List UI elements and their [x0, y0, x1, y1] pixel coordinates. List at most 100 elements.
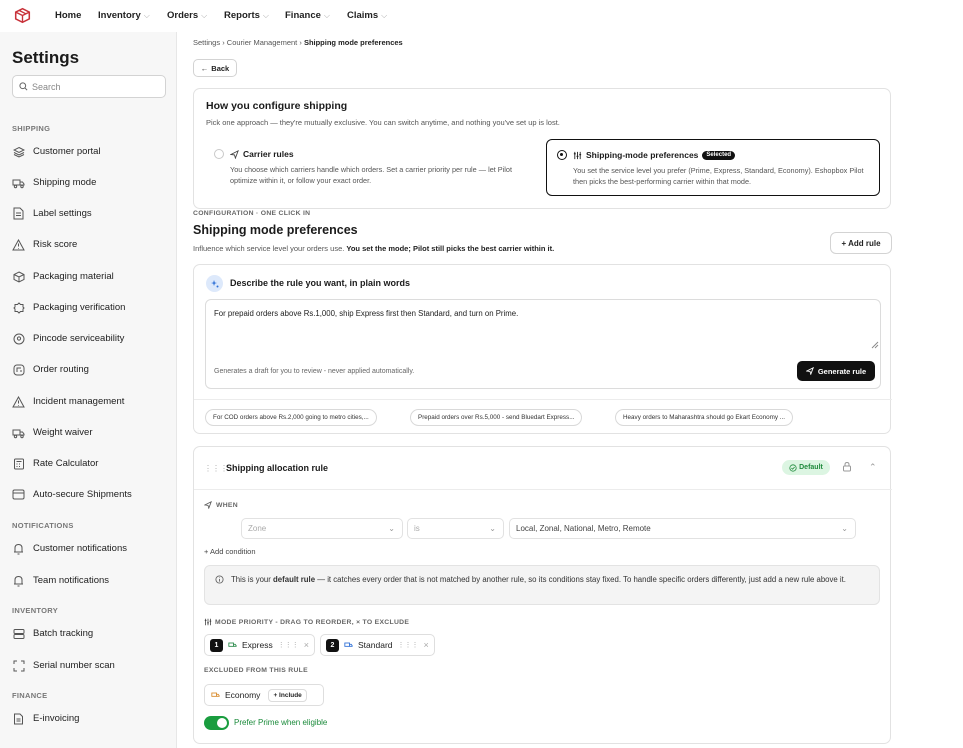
add-condition-link[interactable]: + Add condition [204, 547, 256, 556]
settings-sidebar: Settings Search SHIPPING Customer portal… [0, 32, 177, 748]
sidebar-item-label-settings[interactable]: Label settings [12, 207, 92, 220]
textarea-value: For prepaid orders above Rs.1,000, ship … [214, 309, 519, 318]
lock-icon [842, 461, 852, 472]
send-icon [204, 501, 212, 509]
sidebar-item-serial-number-scan[interactable]: Serial number scan [12, 659, 115, 672]
drag-handle-icon[interactable]: ⋮⋮⋮ [204, 464, 228, 473]
mode-chip-express[interactable]: 1 Express ⋮⋮⋮ × [204, 634, 315, 656]
rule-description-textarea[interactable]: For prepaid orders above Rs.1,000, ship … [205, 299, 881, 389]
remove-icon[interactable]: × [424, 640, 429, 650]
prefer-prime-toggle[interactable] [204, 716, 229, 730]
sidebar-item-packaging-verification[interactable]: Packaging verification [12, 301, 125, 314]
sidebar-section-shipping: SHIPPING [12, 124, 51, 133]
sidebar-item-shipping-mode[interactable]: Shipping mode [12, 176, 96, 189]
chevron-down-icon: ⌵ [262, 10, 269, 20]
sidebar-item-customer-notifications[interactable]: Customer notifications [12, 542, 127, 555]
section-title: Shipping mode preferences [193, 223, 358, 237]
ai-title: Describe the rule you want, in plain wor… [230, 278, 411, 288]
divider [194, 489, 892, 490]
breadcrumb-current: Shipping mode preferences [303, 38, 403, 47]
send-icon [805, 367, 814, 375]
nav-inventory[interactable]: Inventory ⌵ [98, 10, 150, 21]
sliders-icon [573, 151, 582, 160]
calculator-icon [12, 457, 25, 470]
mode-chip-standard[interactable]: 2 Standard ⋮⋮⋮ × [320, 634, 435, 656]
route-icon [12, 363, 25, 376]
radio-carrier-rules[interactable] [214, 149, 224, 159]
condition-value-select[interactable]: Local, Zonal, National, Metro, Remote ⌄ [509, 518, 856, 539]
sidebar-item-team-notifications[interactable]: Team notifications [12, 574, 109, 587]
breadcrumb: Settings › Courier Management › Shipping… [193, 38, 403, 47]
breadcrumb-courier-management[interactable]: Courier Management [227, 38, 297, 47]
chevron-down-icon: ⌄ [388, 524, 395, 533]
invoice-icon [12, 712, 25, 725]
sidebar-item-batch-tracking[interactable]: Batch tracking [12, 627, 93, 640]
when-label: WHEN [204, 501, 238, 509]
resize-handle-icon[interactable] [871, 341, 879, 349]
sidebar-item-rate-calculator[interactable]: Rate Calculator [12, 457, 98, 470]
app-logo-icon[interactable] [14, 7, 31, 24]
suggestion-chip[interactable]: Prepaid orders over Rs.5,000 - send Blue… [410, 409, 583, 426]
nav-claims[interactable]: Claims ⌵ [347, 10, 387, 21]
nav-orders[interactable]: Orders ⌵ [167, 10, 207, 21]
chevron-down-icon: ⌄ [489, 524, 496, 533]
sidebar-section-notifications: NOTIFICATIONS [12, 521, 74, 530]
check-circle-icon [789, 463, 797, 472]
warning-icon [12, 238, 25, 251]
nav-finance[interactable]: Finance ⌵ [285, 10, 330, 21]
remove-icon[interactable]: × [304, 640, 309, 650]
drag-handle-icon[interactable]: ⋮⋮⋮ [278, 641, 299, 649]
configure-subtitle: Pick one approach — they're mutually exc… [206, 118, 560, 127]
breadcrumb-separator: › [299, 38, 302, 47]
sidebar-item-packaging-material[interactable]: Packaging material [12, 270, 114, 283]
add-rule-button[interactable]: + Add rule [830, 232, 892, 254]
search-placeholder: Search [32, 81, 61, 92]
sidebar-search-input[interactable]: Search [12, 75, 166, 98]
nav-home[interactable]: Home [55, 10, 81, 21]
search-icon [19, 82, 28, 91]
radio-shipping-mode-preferences[interactable] [557, 150, 567, 160]
breadcrumb-settings[interactable]: Settings [193, 38, 220, 47]
chevron-down-icon: ⌵ [323, 10, 330, 20]
sparkle-icon [206, 275, 223, 292]
sidebar-item-weight-waiver[interactable]: Weight waiver [12, 426, 93, 439]
priority-number: 1 [210, 638, 223, 652]
generate-rule-button[interactable]: Generate rule [797, 361, 875, 381]
back-button[interactable]: ← Back [193, 59, 237, 77]
sidebar-item-order-routing[interactable]: Order routing [12, 363, 89, 376]
section-caption: CONFIGURATION · ONE CLICK IN [193, 210, 311, 217]
condition-field-select[interactable]: Zone ⌄ [241, 518, 403, 539]
suggestions-row: For COD orders above Rs.2,000 going to m… [194, 399, 892, 434]
sidebar-item-incident-management[interactable]: Incident management [12, 395, 124, 408]
default-rule-info-box: This is your default rule — it catches e… [204, 565, 880, 605]
arrow-left-icon: ← [200, 63, 209, 73]
sidebar-item-pincode-serviceability[interactable]: Pincode serviceability [12, 332, 124, 345]
sidebar-item-risk-score[interactable]: Risk score [12, 238, 77, 251]
document-icon [12, 207, 25, 220]
nav-reports[interactable]: Reports ⌵ [224, 10, 269, 21]
sidebar-item-e-invoicing[interactable]: E-invoicing [12, 712, 79, 725]
option-carrier-rules[interactable]: Carrier rules You choose which carriers … [204, 139, 536, 196]
option-description: You set the service level you prefer (Pr… [573, 166, 864, 186]
suggestion-chip[interactable]: For COD orders above Rs.2,000 going to m… [205, 409, 377, 426]
ai-rule-card: Describe the rule you want, in plain wor… [193, 264, 892, 434]
warning-icon [12, 395, 25, 408]
info-icon [215, 575, 224, 584]
sidebar-item-customer-portal[interactable]: Customer portal [12, 145, 101, 158]
option-shipping-mode-preferences[interactable]: Shipping-mode preferences Selected You se… [546, 139, 880, 196]
rule-title: Shipping allocation rule [226, 463, 329, 473]
suggestion-chip[interactable]: Heavy orders to Maharashtra should go Ek… [615, 409, 794, 426]
selected-badge: Selected [702, 150, 736, 160]
chevron-down-icon: ⌵ [381, 10, 388, 20]
prefer-prime-label: Prefer Prime when eligible [234, 718, 328, 727]
include-button[interactable]: + Include [268, 688, 307, 702]
mode-priority-caption: MODE PRIORITY - DRAG TO REORDER, × TO EX… [204, 618, 409, 626]
sidebar-item-auto-secure-shipments[interactable]: Auto-secure Shipments [12, 488, 132, 501]
chevron-down-icon: ⌄ [841, 524, 848, 533]
drag-handle-icon[interactable]: ⋮⋮⋮ [398, 641, 419, 649]
condition-operator-select[interactable]: is ⌄ [407, 518, 504, 539]
configure-title: How you configure shipping [206, 100, 348, 112]
truck-icon [12, 176, 25, 189]
chevron-up-icon[interactable]: ⌃ [869, 462, 877, 473]
sliders-icon [204, 618, 212, 626]
